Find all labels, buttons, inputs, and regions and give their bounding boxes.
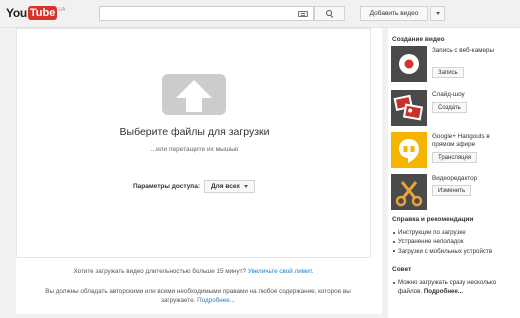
- help-item-mobile-uploads[interactable]: Загрузки с мобильных устройств: [392, 247, 518, 256]
- privacy-row: Параметры доступа: Для всех: [133, 180, 255, 193]
- privacy-label: Параметры доступа:: [133, 183, 201, 190]
- top-bar: You Tube UA Добавить видео: [0, 0, 520, 28]
- create-video-title: Создание видео: [392, 36, 445, 43]
- broadcast-button[interactable]: Трансляция: [432, 152, 478, 163]
- tool-editor-label: Видеоредактор: [432, 175, 478, 182]
- long-video-note: Хотите загружать видео длительностью бол…: [16, 268, 371, 275]
- logo-region: UA: [58, 7, 66, 13]
- tip-more-link[interactable]: Подробнее...: [424, 288, 463, 295]
- add-video-dropdown-button[interactable]: [430, 6, 445, 21]
- tool-hangouts: Google+ Hangouts в прямом эфире Трансляц…: [391, 132, 516, 168]
- tip-list: Можно загружать сразу несколько файлов. …: [392, 278, 518, 297]
- chevron-down-icon: [435, 12, 440, 15]
- tip-item: Можно загружать сразу несколько файлов. …: [392, 278, 518, 297]
- tool-webcam: Запись с веб-камеры Запись: [391, 46, 516, 82]
- chevron-down-icon: [243, 185, 248, 188]
- create-slideshow-button[interactable]: Создать: [432, 102, 467, 113]
- logo-tube-text: Tube: [27, 6, 58, 20]
- rights-note: Вы должны обладать авторскими или всеми …: [38, 287, 358, 305]
- tip-title: Совет: [392, 266, 412, 273]
- search-icon: [326, 10, 333, 17]
- upload-panel: Выберите файлы для загрузки ...или перет…: [16, 28, 382, 314]
- select-files-title[interactable]: Выберите файлы для загрузки: [17, 126, 372, 138]
- edit-button[interactable]: Изменить: [432, 185, 472, 196]
- tool-slideshow: Слайд-шоу Создать: [391, 90, 516, 126]
- sidebar: Создание видео Запись с веб-камеры Запис…: [388, 28, 520, 318]
- tool-webcam-label: Запись с веб-камеры: [432, 47, 494, 54]
- help-title: Справка и рекомендации: [392, 216, 474, 223]
- slideshow-icon[interactable]: [391, 90, 427, 126]
- hangouts-icon[interactable]: [391, 132, 427, 168]
- help-list: Инструкции по загрузке Устранение непола…: [392, 228, 518, 256]
- privacy-select[interactable]: Для всех: [204, 180, 255, 193]
- scissors-icon[interactable]: [391, 174, 427, 210]
- search-button[interactable]: [314, 6, 345, 21]
- help-item-upload-instructions[interactable]: Инструкции по загрузке: [392, 228, 518, 237]
- youtube-logo[interactable]: You Tube UA: [6, 6, 65, 20]
- logo-you-text: You: [6, 6, 27, 20]
- increase-limit-link[interactable]: Увеличьте свой лимит.: [248, 268, 314, 275]
- drag-hint: ...или перетащите их мышью: [150, 146, 239, 153]
- tool-hangouts-label: Google+ Hangouts в прямом эфире: [432, 133, 490, 148]
- record-button[interactable]: Запись: [432, 67, 464, 78]
- tool-slideshow-label: Слайд-шоу: [432, 91, 465, 98]
- upload-drop-zone[interactable]: Выберите файлы для загрузки ...или перет…: [16, 28, 371, 258]
- search-input[interactable]: [99, 6, 314, 21]
- rights-more-link[interactable]: Подробнее...: [197, 297, 235, 304]
- privacy-select-value: Для всех: [211, 183, 240, 190]
- webcam-record-icon[interactable]: [391, 46, 427, 82]
- help-item-troubleshooting[interactable]: Устранение неполадок: [392, 237, 518, 246]
- tool-video-editor: Видеоредактор Изменить: [391, 174, 516, 210]
- upload-arrow-icon[interactable]: [162, 74, 226, 115]
- add-video-button[interactable]: Добавить видео: [360, 6, 428, 21]
- long-video-text: Хотите загружать видео длительностью бол…: [73, 268, 247, 275]
- keyboard-icon[interactable]: [298, 11, 308, 17]
